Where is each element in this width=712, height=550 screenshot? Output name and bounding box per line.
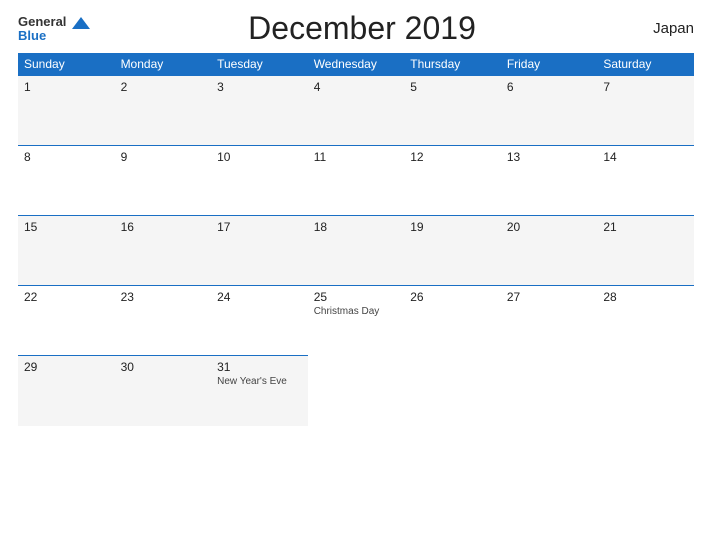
calendar-page: General Blue December 2019 Japan Sunday … xyxy=(0,0,712,550)
table-row: 28 xyxy=(597,286,694,356)
day-number: 17 xyxy=(217,220,302,234)
table-row: 24 xyxy=(211,286,308,356)
header-thursday: Thursday xyxy=(404,53,501,76)
table-row: 6 xyxy=(501,76,598,146)
table-row: 9 xyxy=(115,146,212,216)
day-number: 23 xyxy=(121,290,206,304)
table-row: 3 xyxy=(211,76,308,146)
month-title: December 2019 xyxy=(90,10,634,47)
table-row: 14 xyxy=(597,146,694,216)
table-row: 15 xyxy=(18,216,115,286)
table-row: 29 xyxy=(18,356,115,426)
day-number: 7 xyxy=(603,80,688,94)
table-row: 16 xyxy=(115,216,212,286)
day-number: 22 xyxy=(24,290,109,304)
day-number: 2 xyxy=(121,80,206,94)
header-wednesday: Wednesday xyxy=(308,53,405,76)
table-row xyxy=(308,356,405,426)
logo-flag-icon xyxy=(72,17,90,29)
logo-general-text: General xyxy=(18,15,90,29)
table-row: 20 xyxy=(501,216,598,286)
day-number: 12 xyxy=(410,150,495,164)
day-number: 20 xyxy=(507,220,592,234)
table-row: 2 xyxy=(115,76,212,146)
country-label: Japan xyxy=(634,20,694,37)
table-row: 18 xyxy=(308,216,405,286)
table-row xyxy=(501,356,598,426)
day-number: 21 xyxy=(603,220,688,234)
day-number: 8 xyxy=(24,150,109,164)
day-number: 3 xyxy=(217,80,302,94)
day-event: Christmas Day xyxy=(314,306,399,317)
table-row: 7 xyxy=(597,76,694,146)
table-row: 10 xyxy=(211,146,308,216)
week-row-2: 89 10 11 12 13 14 xyxy=(18,146,694,216)
logo: General Blue xyxy=(18,15,90,42)
header-monday: Monday xyxy=(115,53,212,76)
day-number: 10 xyxy=(217,150,302,164)
header-saturday: Saturday xyxy=(597,53,694,76)
table-row: 4 xyxy=(308,76,405,146)
calendar-table: Sunday Monday Tuesday Wednesday Thursday… xyxy=(18,53,694,426)
week-row-5: 29 30 31 New Year's Eve xyxy=(18,356,694,426)
table-row: 30 xyxy=(115,356,212,426)
day-number: 9 xyxy=(121,150,206,164)
day-number: 30 xyxy=(121,360,206,374)
day-number: 5 xyxy=(410,80,495,94)
header-friday: Friday xyxy=(501,53,598,76)
day-number: 14 xyxy=(603,150,688,164)
day-number: 26 xyxy=(410,290,495,304)
day-number: 25 xyxy=(314,290,399,304)
header-tuesday: Tuesday xyxy=(211,53,308,76)
table-row: 21 xyxy=(597,216,694,286)
table-row: 26 xyxy=(404,286,501,356)
day-number: 29 xyxy=(24,360,109,374)
table-row: 25 Christmas Day xyxy=(308,286,405,356)
table-row: 27 xyxy=(501,286,598,356)
header-sunday: Sunday xyxy=(18,53,115,76)
table-row: 19 xyxy=(404,216,501,286)
day-number: 13 xyxy=(507,150,592,164)
table-row: 13 xyxy=(501,146,598,216)
week-row-1: 1234567 xyxy=(18,76,694,146)
day-number: 15 xyxy=(24,220,109,234)
table-row: 17 xyxy=(211,216,308,286)
day-number: 16 xyxy=(121,220,206,234)
day-event: New Year's Eve xyxy=(217,376,302,387)
table-row: 12 xyxy=(404,146,501,216)
table-row: 22 xyxy=(18,286,115,356)
table-row xyxy=(404,356,501,426)
table-row: 8 xyxy=(18,146,115,216)
day-number: 27 xyxy=(507,290,592,304)
table-row: 5 xyxy=(404,76,501,146)
table-row xyxy=(597,356,694,426)
weekday-header-row: Sunday Monday Tuesday Wednesday Thursday… xyxy=(18,53,694,76)
day-number: 11 xyxy=(314,150,399,164)
table-row: 1 xyxy=(18,76,115,146)
calendar-header: General Blue December 2019 Japan xyxy=(18,10,694,47)
day-number: 4 xyxy=(314,80,399,94)
table-row: 23 xyxy=(115,286,212,356)
table-row: 11 xyxy=(308,146,405,216)
day-number: 1 xyxy=(24,80,109,94)
logo-blue-text: Blue xyxy=(18,29,46,42)
day-number: 6 xyxy=(507,80,592,94)
day-number: 31 xyxy=(217,360,302,374)
day-number: 19 xyxy=(410,220,495,234)
table-row: 31 New Year's Eve xyxy=(211,356,308,426)
day-number: 28 xyxy=(603,290,688,304)
day-number: 18 xyxy=(314,220,399,234)
week-row-3: 15 16 17 18 19 20 21 xyxy=(18,216,694,286)
week-row-4: 22 23 24 25 Christmas Day 26 27 28 xyxy=(18,286,694,356)
day-number: 24 xyxy=(217,290,302,304)
